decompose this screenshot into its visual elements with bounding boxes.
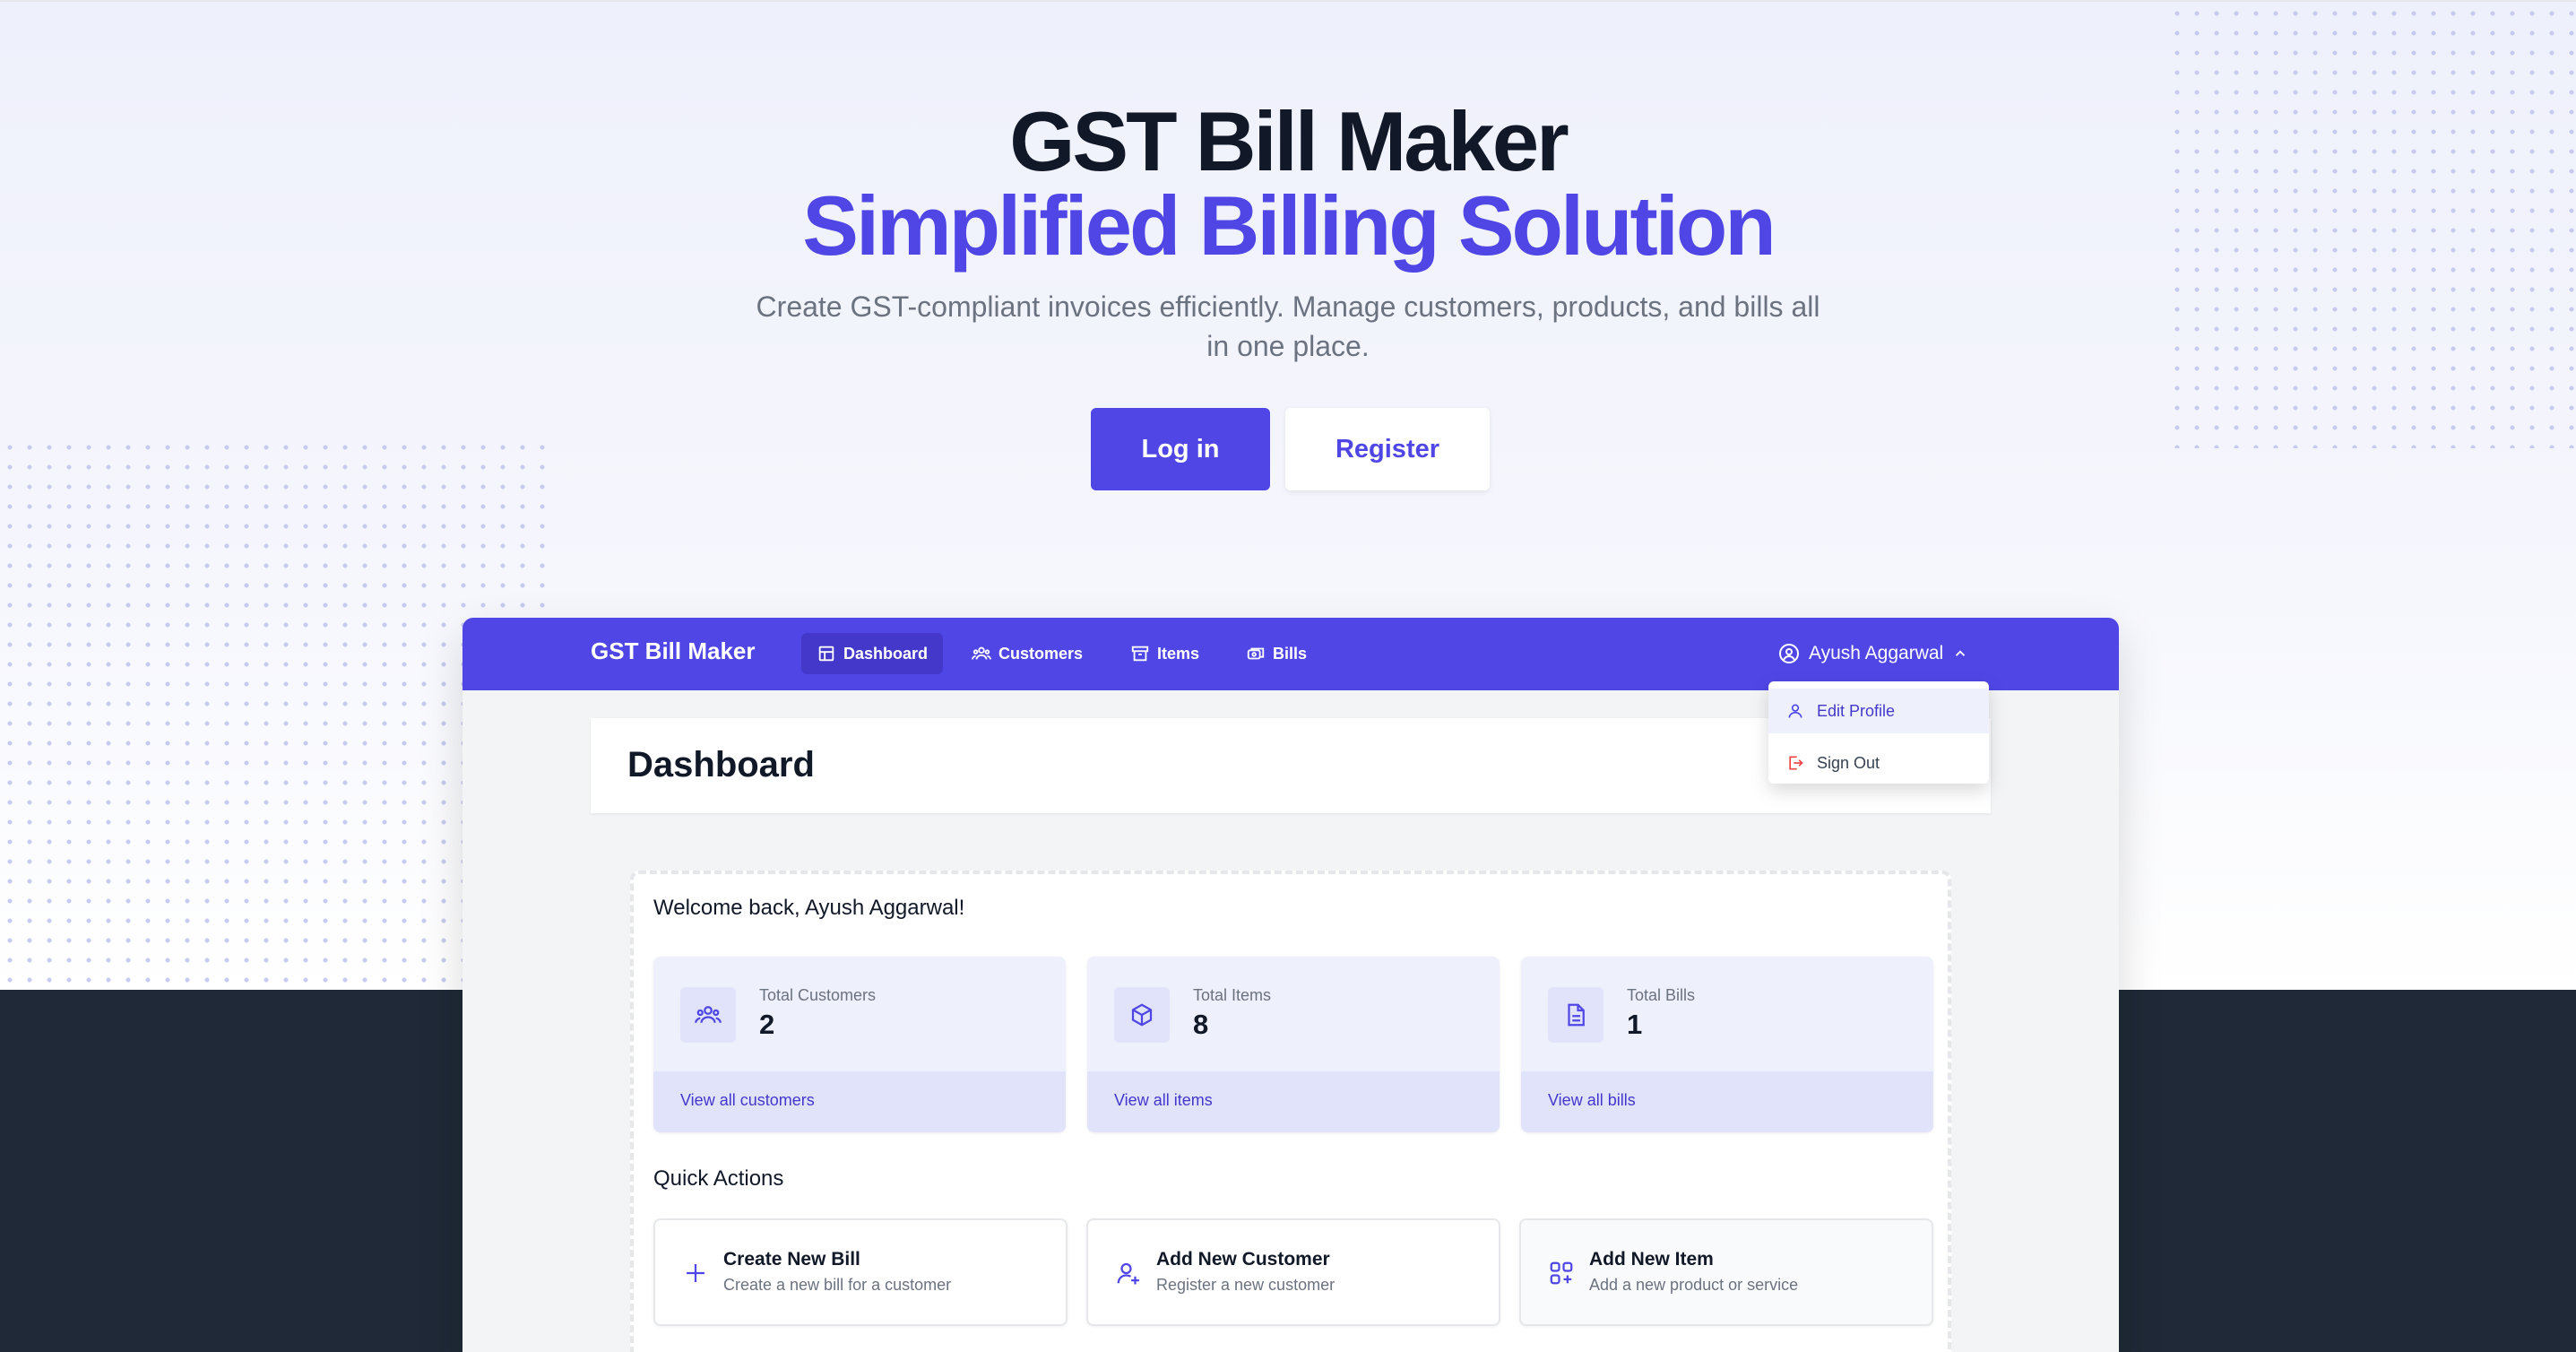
stat-label: Total Items bbox=[1193, 986, 1272, 1004]
plus-icon bbox=[687, 1264, 705, 1282]
user-icon bbox=[1788, 704, 1802, 718]
welcome-message: Welcome back, Ayush Aggarwal! bbox=[653, 896, 965, 920]
hero-subtitle: Create GST-compliant invoices efficientl… bbox=[756, 290, 1820, 362]
menu-divider bbox=[1768, 733, 1989, 741]
quick-action-description: Register a new customer bbox=[1156, 1276, 1336, 1294]
hero-tagline: Simplified Billing Solution bbox=[802, 178, 1776, 273]
add-new-customer-button[interactable]: Add New Customer Register a new customer bbox=[1086, 1218, 1500, 1326]
quick-actions-title: Quick Actions bbox=[653, 1166, 784, 1191]
quick-action-name: Add New Customer bbox=[1156, 1249, 1330, 1270]
stat-card-bills: Total Bills 1 View all bills bbox=[1521, 957, 1933, 1132]
navbar: GST Bill Maker Dashboard Customers Items… bbox=[462, 618, 2119, 690]
create-new-bill-button[interactable]: Create New Bill Create a new bill for a … bbox=[653, 1218, 1068, 1326]
dashboard-icon bbox=[818, 646, 834, 662]
chevron-up-icon bbox=[1956, 650, 1966, 656]
stat-value: 8 bbox=[1193, 1009, 1209, 1040]
app-preview-window: GST Bill Maker Dashboard Customers Items… bbox=[462, 618, 2119, 1352]
nav-item-customers[interactable]: Customers bbox=[956, 633, 1098, 674]
stat-card-items: Total Items 8 View all items bbox=[1087, 957, 1500, 1132]
nav-item-label: Bills bbox=[1273, 644, 1308, 663]
user-name: Ayush Aggarwal bbox=[1809, 643, 1944, 663]
hero-title: GST Bill Maker bbox=[1009, 94, 1569, 188]
nav-item-label: Dashboard bbox=[843, 644, 929, 663]
users-icon bbox=[972, 646, 991, 660]
cube-icon bbox=[1131, 1003, 1153, 1027]
view-all-items-link[interactable]: View all items bbox=[1087, 1071, 1500, 1132]
nav-item-items[interactable]: Items bbox=[1115, 633, 1215, 674]
squares-plus-icon bbox=[1550, 1261, 1573, 1285]
view-all-customers-link[interactable]: View all customers bbox=[653, 1071, 1066, 1132]
quick-action-name: Create New Bill bbox=[723, 1249, 860, 1270]
add-new-item-button[interactable]: Add New Item Add a new product or servic… bbox=[1519, 1218, 1933, 1326]
stat-label: Total Customers bbox=[759, 986, 877, 1004]
quick-action-description: Add a new product or service bbox=[1589, 1276, 1799, 1294]
page-title: Dashboard bbox=[627, 745, 815, 784]
stat-icon-box bbox=[680, 987, 736, 1043]
users-icon bbox=[695, 1006, 722, 1023]
stat-icon-box bbox=[1114, 987, 1170, 1043]
archive-icon bbox=[1131, 646, 1149, 662]
edit-profile-menu-item[interactable]: Edit Profile bbox=[1768, 689, 1989, 733]
login-button[interactable]: Log in bbox=[1091, 408, 1270, 490]
user-plus-icon bbox=[1117, 1262, 1139, 1285]
bills-icon bbox=[1247, 647, 1265, 660]
stat-value: 1 bbox=[1627, 1009, 1643, 1040]
nav-item-label: Items bbox=[1157, 644, 1200, 663]
menu-item-label: Edit Profile bbox=[1817, 701, 1896, 720]
nav-item-label: Customers bbox=[998, 644, 1084, 663]
navbar-brand[interactable]: GST Bill Maker bbox=[591, 637, 756, 665]
stat-label: Total Bills bbox=[1627, 986, 1696, 1004]
user-circle-icon bbox=[1779, 644, 1799, 663]
sign-out-icon bbox=[1789, 756, 1803, 770]
dashboard-content: Welcome back, Ayush Aggarwal! Total Cust… bbox=[630, 871, 1951, 1352]
nav-item-bills[interactable]: Bills bbox=[1231, 633, 1322, 674]
quick-action-description: Create a new bill for a customer bbox=[723, 1276, 952, 1294]
sign-out-menu-item[interactable]: Sign Out bbox=[1768, 741, 1989, 785]
view-all-bills-link[interactable]: View all bills bbox=[1521, 1071, 1933, 1132]
register-button[interactable]: Register bbox=[1285, 408, 1490, 490]
nav-item-dashboard[interactable]: Dashboard bbox=[801, 633, 944, 674]
user-dropdown-menu: Edit Profile Sign Out bbox=[1768, 681, 1989, 784]
stat-icon-box bbox=[1548, 987, 1604, 1043]
user-menu-toggle[interactable]: Ayush Aggarwal bbox=[1778, 633, 1968, 674]
quick-action-name: Add New Item bbox=[1589, 1249, 1714, 1270]
menu-item-label: Sign Out bbox=[1817, 753, 1880, 772]
document-icon bbox=[1568, 1003, 1585, 1027]
stat-card-customers: Total Customers 2 View all customers bbox=[653, 957, 1066, 1132]
stat-value: 2 bbox=[759, 1009, 775, 1040]
